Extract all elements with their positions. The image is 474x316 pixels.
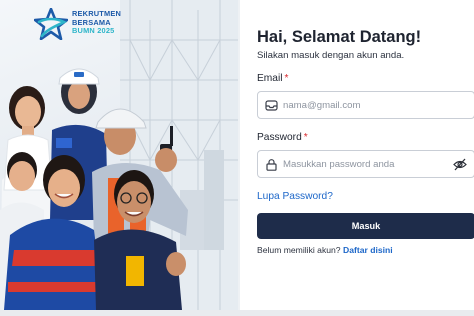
email-input[interactable] [283, 96, 453, 115]
bottom-strip [0, 310, 474, 316]
forgot-password-link[interactable]: Lupa Password? [257, 191, 333, 202]
brand-logo: REKRUTMEN BERSAMA BUMN 2025 [34, 6, 134, 42]
register-prompt-text: Belum memiliki akun? [257, 245, 341, 255]
email-label: Email * [257, 73, 288, 84]
brand-wordmark: REKRUTMEN BERSAMA BUMN 2025 [72, 9, 121, 36]
page-title: Hai, Selamat Datang! [257, 28, 422, 46]
star-logo-icon [34, 8, 68, 40]
brand-line-3: BUMN 2025 [72, 26, 115, 36]
eye-off-icon[interactable] [453, 158, 467, 171]
hero-panel: REKRUTMEN BERSAMA BUMN 2025 [0, 0, 238, 310]
login-button[interactable]: Masuk [257, 213, 474, 239]
page-subtitle: Silakan masuk dengan akun anda. [257, 50, 405, 61]
login-page: REKRUTMEN BERSAMA BUMN 2025 Hai, Selamat… [0, 0, 474, 316]
required-mark: * [303, 132, 308, 143]
register-prompt: Belum memiliki akun? Daftar disini [257, 245, 393, 255]
password-input[interactable] [283, 155, 453, 174]
email-label-text: Email [257, 73, 283, 84]
password-label-text: Password [257, 132, 302, 143]
login-panel: Hai, Selamat Datang! Silakan masuk denga… [240, 0, 474, 310]
password-label: Password * [257, 132, 308, 143]
workers-illustration [0, 68, 188, 310]
register-link[interactable]: Daftar disini [343, 245, 393, 255]
email-field[interactable] [257, 91, 474, 119]
inbox-icon [265, 99, 278, 112]
password-field[interactable] [257, 150, 474, 178]
required-mark: * [284, 73, 289, 84]
lock-icon [265, 158, 278, 171]
